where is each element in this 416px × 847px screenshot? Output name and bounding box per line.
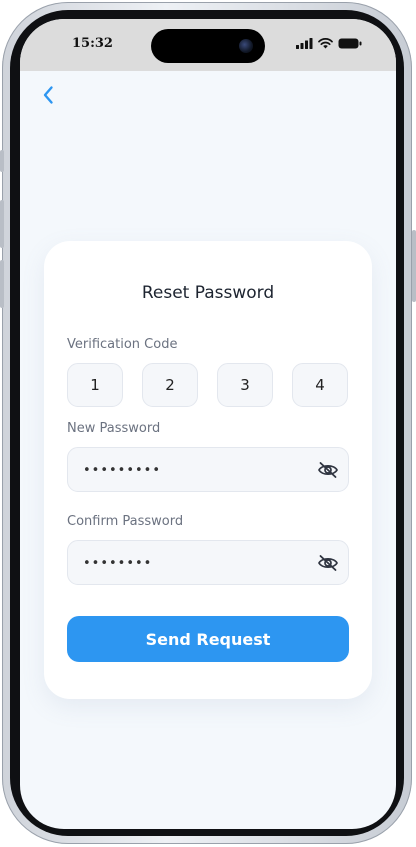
new-password-label: New Password xyxy=(67,421,161,436)
phone-volume-down-button xyxy=(0,260,4,308)
wifi-icon xyxy=(318,38,333,49)
page-title: Reset Password xyxy=(141,283,275,303)
dynamic-island xyxy=(151,29,265,63)
verification-code-label: Verification Code xyxy=(67,337,178,352)
phone-volume-up-button xyxy=(0,200,4,248)
new-password-field xyxy=(67,447,349,493)
back-button[interactable] xyxy=(34,79,62,111)
reset-password-card: Reset Password Verification Code 1 2 3 4… xyxy=(44,241,372,699)
status-time: 15:32 xyxy=(72,36,113,51)
confirm-password-label: Confirm Password xyxy=(67,514,184,529)
new-password-visibility-toggle[interactable] xyxy=(316,458,340,482)
verification-digit-1[interactable]: 1 xyxy=(67,363,123,407)
eye-off-icon xyxy=(318,462,338,478)
new-password-input[interactable] xyxy=(81,448,305,493)
status-icons xyxy=(296,38,362,49)
confirm-password-field xyxy=(67,540,349,586)
send-request-button[interactable]: Send Request xyxy=(67,616,349,662)
camera-icon xyxy=(239,39,253,53)
verification-digit-4[interactable]: 4 xyxy=(292,363,348,407)
phone-power-button xyxy=(412,230,416,302)
chevron-left-icon xyxy=(43,86,53,104)
eye-off-icon xyxy=(318,555,338,571)
battery-icon xyxy=(338,38,362,49)
phone-side-button xyxy=(0,150,4,172)
status-bar: 15:32 xyxy=(20,19,396,71)
verification-digit-2[interactable]: 2 xyxy=(142,363,198,407)
confirm-password-input[interactable] xyxy=(81,541,305,586)
signal-icon xyxy=(296,38,313,49)
phone-screen: 15:32 Reset Password Verification Code 1… xyxy=(20,19,396,829)
confirm-password-visibility-toggle[interactable] xyxy=(316,551,340,575)
verification-digit-3[interactable]: 3 xyxy=(217,363,273,407)
